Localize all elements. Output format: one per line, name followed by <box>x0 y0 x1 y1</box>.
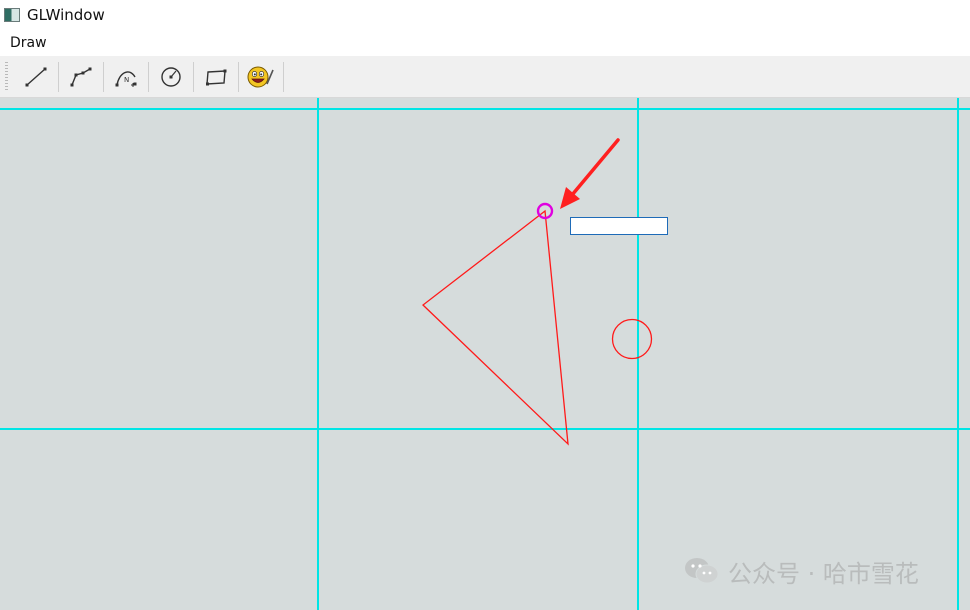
canvas-drawing <box>0 98 970 610</box>
toolbar-grip[interactable] <box>5 61 8 92</box>
curve-tool-button[interactable]: N <box>108 60 144 94</box>
line-tool-button[interactable] <box>18 60 54 94</box>
rectangle-tool-button[interactable] <box>198 60 234 94</box>
triangle-shape <box>422 209 569 446</box>
annotation-arrow <box>570 138 620 197</box>
window-title: GLWindow <box>27 6 105 24</box>
toolbar-separator <box>238 61 239 92</box>
emoji-draw-tool-button[interactable] <box>243 60 279 94</box>
toolbar-separator <box>193 61 194 92</box>
title-bar: GLWindow <box>0 0 970 30</box>
app-icon <box>4 8 20 22</box>
emoji-draw-tool-icon <box>247 66 274 87</box>
menu-bar: Draw <box>0 30 970 56</box>
polyline-tool-icon <box>70 67 92 86</box>
toolbar-separator <box>103 61 104 92</box>
rectangle-tool-icon <box>206 69 227 85</box>
inline-text-input[interactable] <box>570 217 668 235</box>
circle-tool-button[interactable] <box>153 60 189 94</box>
toolbar-separator <box>58 61 59 92</box>
curve-tool-icon: N <box>115 70 137 87</box>
wechat-icon <box>685 558 719 584</box>
circle-shape <box>611 318 653 360</box>
svg-text:N: N <box>124 76 129 84</box>
gl-canvas[interactable] <box>0 98 970 610</box>
watermark-text: 公众号 · 哈市雪花 <box>728 559 919 588</box>
watermark: 公众号 · 哈市雪花 <box>684 555 919 588</box>
circle-tool-icon <box>161 66 181 87</box>
line-tool-icon <box>25 67 47 86</box>
toolbar: N <box>0 56 970 98</box>
polyline-tool-button[interactable] <box>63 60 99 94</box>
menu-draw[interactable]: Draw <box>0 30 57 56</box>
toolbar-separator <box>148 61 149 92</box>
toolbar-separator <box>283 61 284 92</box>
